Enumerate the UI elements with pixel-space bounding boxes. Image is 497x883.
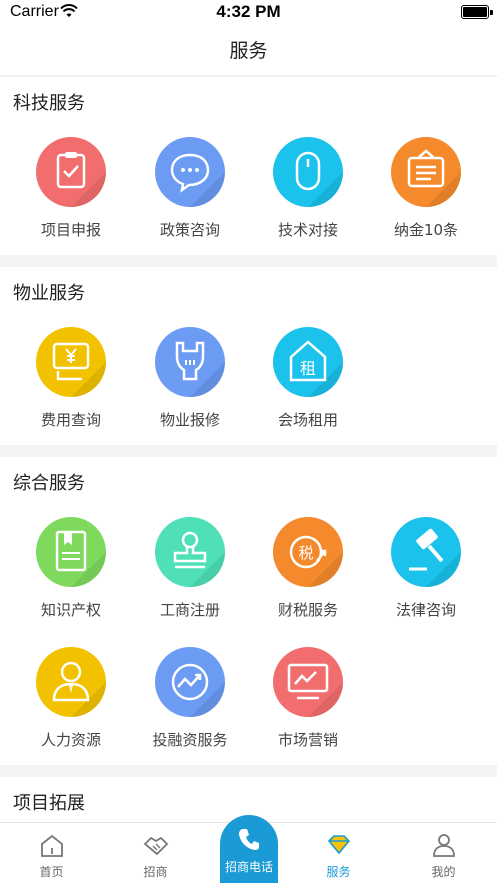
service-label: 物业报修 — [159, 411, 220, 429]
tab-home[interactable]: 首页 — [2, 823, 101, 883]
service-label: 知识产权 — [40, 601, 101, 619]
rent-house-icon: 租 — [273, 327, 343, 397]
book-icon — [36, 517, 106, 587]
service-label: 法律咨询 — [395, 601, 456, 619]
chat-bubble-icon — [155, 137, 225, 207]
service-item-venue-rental[interactable]: 租 会场租用 — [249, 327, 367, 447]
service-item-legal-consulting[interactable]: 法律咨询 — [367, 517, 485, 637]
service-item-fee-inquiry[interactable]: 费用查询 — [12, 327, 130, 447]
person-icon — [36, 647, 106, 717]
mouse-icon — [273, 137, 343, 207]
service-item-finance-tax[interactable]: 税 财税服务 — [249, 517, 367, 637]
service-label: 项目申报 — [40, 221, 101, 239]
service-label: 技术对接 — [277, 221, 338, 239]
service-item-intellectual-property[interactable]: 知识产权 — [12, 517, 130, 637]
service-item-10-measures[interactable]: 纳金10条 — [367, 137, 485, 257]
investment-hotline-button[interactable]: 招商电话 — [220, 815, 278, 883]
section-general-services: 综合服务 知识产权 工商注册 税 财税服务 法律咨询 人力资源 投融资服务 市场… — [0, 457, 497, 765]
rent-glyph: 租 — [300, 359, 316, 378]
service-label: 人力资源 — [40, 731, 101, 749]
service-label: 工商注册 — [159, 601, 220, 619]
section-property-services: 物业服务 费用查询 物业报修 租 会场租用 — [0, 267, 497, 445]
yen-bill-icon — [36, 327, 106, 397]
section-title: 综合服务 — [13, 473, 85, 494]
service-item-tech-matching[interactable]: 技术对接 — [249, 137, 367, 257]
user-icon — [433, 834, 455, 857]
tab-label: 服务 — [326, 865, 351, 879]
clipboard-check-icon — [36, 137, 106, 207]
page-title: 服务 — [229, 40, 268, 62]
tab-investment[interactable]: 招商 — [106, 823, 205, 883]
navigation-bar: 服务 — [0, 26, 497, 76]
status-bar: Carrier 4:32 PM — [0, 0, 497, 26]
service-item-project-declaration[interactable]: 项目申报 — [12, 137, 130, 257]
service-item-policy-consulting[interactable]: 政策咨询 — [131, 137, 249, 257]
tab-profile[interactable]: 我的 — [394, 823, 493, 883]
service-item-property-repair[interactable]: 物业报修 — [131, 327, 249, 447]
tab-label: 首页 — [39, 865, 64, 879]
service-item-business-registration[interactable]: 工商注册 — [131, 517, 249, 637]
section-title: 科技服务 — [13, 93, 85, 114]
monitor-chart-icon — [273, 647, 343, 717]
battery-icon — [461, 5, 489, 19]
tab-label: 招商 — [143, 865, 168, 879]
home-icon — [41, 834, 63, 857]
growth-chart-icon — [155, 647, 225, 717]
service-label: 政策咨询 — [159, 221, 220, 239]
service-item-human-resources[interactable]: 人力资源 — [12, 647, 130, 767]
service-label: 费用查询 — [40, 411, 101, 429]
gavel-icon — [391, 517, 461, 587]
section-title: 物业服务 — [13, 283, 85, 304]
call-label: 招商电话 — [224, 860, 273, 874]
stamp-icon — [155, 517, 225, 587]
section-tech-services: 科技服务 项目申报 政策咨询 技术对接 纳金10条 — [0, 77, 497, 255]
tab-label: 我的 — [431, 865, 456, 879]
signboard-icon — [391, 137, 461, 207]
service-item-investment-financing[interactable]: 投融资服务 — [131, 647, 249, 767]
battery-tip — [490, 10, 493, 15]
tax-glyph: 税 — [298, 544, 313, 562]
diamond-icon — [327, 835, 351, 855]
handshake-icon — [143, 836, 169, 856]
service-label: 会场租用 — [277, 411, 338, 429]
service-item-marketing[interactable]: 市场营销 — [249, 647, 367, 767]
service-label: 纳金10条 — [393, 221, 459, 239]
clock: 4:32 PM — [216, 2, 281, 21]
phone-icon — [239, 829, 259, 850]
service-label: 投融资服务 — [152, 731, 228, 749]
service-label: 财税服务 — [277, 601, 338, 619]
plug-icon — [155, 327, 225, 397]
section-title: 项目拓展 — [13, 793, 85, 814]
service-label: 市场营销 — [277, 731, 338, 749]
tax-icon: 税 — [273, 517, 343, 587]
tab-services[interactable]: 服务 — [289, 823, 388, 883]
